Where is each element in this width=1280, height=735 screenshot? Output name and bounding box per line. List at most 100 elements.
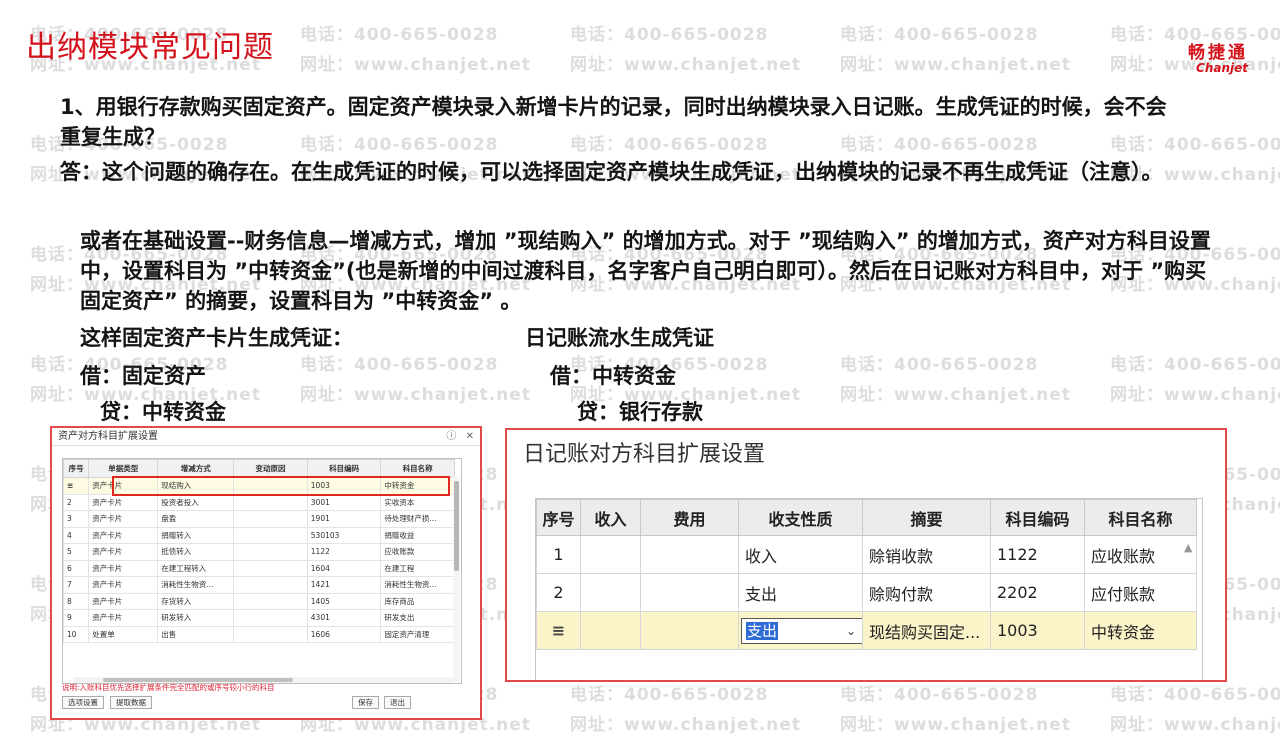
nature-select[interactable]: 支出 ⌄: [741, 617, 862, 644]
cell-change-reason[interactable]: [233, 592, 308, 610]
col-header[interactable]: 收入: [580, 499, 641, 536]
cell-change-reason[interactable]: [233, 576, 308, 594]
cell-change-method[interactable]: 存货转入: [157, 592, 235, 610]
col-header[interactable]: 序号: [62, 459, 90, 478]
col-header[interactable]: 摘要: [862, 499, 991, 536]
cell-index[interactable]: 5: [62, 543, 90, 561]
fetch-data-button[interactable]: 提取数据: [110, 696, 152, 709]
col-header[interactable]: 增减方式: [157, 459, 235, 478]
insert-row-icon[interactable]: ≡: [536, 611, 581, 650]
col-header[interactable]: 科目编码: [990, 499, 1085, 536]
table-row[interactable]: 9 资产卡片 研发转入 4301 研发支出: [62, 609, 455, 627]
cell-change-reason[interactable]: [233, 526, 308, 544]
cell-summary[interactable]: 赊销收款: [862, 535, 991, 574]
cell-change-method[interactable]: 消耗性生物资...: [157, 576, 235, 594]
cell-expense[interactable]: [640, 535, 739, 574]
table-row[interactable]: 10 处置单 出售 1606 固定资产清理: [62, 625, 455, 643]
cell-nature[interactable]: 支出: [738, 573, 863, 612]
cell-account-name[interactable]: 研发支出: [380, 609, 455, 627]
cell-account-code[interactable]: 4301: [306, 609, 382, 627]
cell-account-name[interactable]: 实收资本: [380, 493, 455, 511]
cell-account-name[interactable]: 库存商品: [380, 592, 455, 610]
cell-index[interactable]: 7: [62, 576, 90, 594]
cell-change-reason[interactable]: [233, 493, 308, 511]
col-header[interactable]: 单据类型: [88, 459, 159, 478]
cell-doc-type[interactable]: 资产卡片: [88, 559, 159, 577]
table-row[interactable]: 1 收入 赊销收款 1122 应收账款: [536, 535, 1197, 574]
cell-account-name[interactable]: 捐赠收益: [380, 526, 455, 544]
cell-account-name[interactable]: 待处理财产损...: [380, 510, 455, 528]
col-header[interactable]: 收支性质: [738, 499, 863, 536]
cell-expense[interactable]: [640, 611, 739, 650]
cell-change-reason[interactable]: [233, 559, 308, 577]
cell-change-method[interactable]: 在建工程转入: [157, 559, 235, 577]
insert-row-icon[interactable]: ≡: [62, 477, 90, 495]
cell-change-method[interactable]: 投资者投入: [157, 493, 235, 511]
vertical-scrollbar[interactable]: ▲: [1182, 503, 1198, 673]
cell-account-code[interactable]: 1604: [306, 559, 382, 577]
cell-index[interactable]: 2: [62, 493, 90, 511]
cell-change-reason[interactable]: [233, 609, 308, 627]
col-header[interactable]: 科目名称: [1084, 499, 1197, 536]
cell-summary[interactable]: 现结购买固定...: [862, 611, 991, 650]
cell-doc-type[interactable]: 资产卡片: [88, 592, 159, 610]
cell-index[interactable]: 6: [62, 559, 90, 577]
col-header[interactable]: 科目名称: [380, 459, 455, 478]
table-row-selected[interactable]: ≡ 支出 ⌄ 现结购买固定... 1003 中转资金: [536, 611, 1197, 650]
cell-expense[interactable]: [640, 573, 739, 612]
cell-account-name[interactable]: 应收账款: [1084, 535, 1197, 574]
cell-change-method[interactable]: 出售: [157, 625, 235, 643]
col-header[interactable]: 科目编码: [306, 459, 382, 478]
cell-doc-type[interactable]: 资产卡片: [88, 609, 159, 627]
table-row[interactable]: 4 资产卡片 捐赠转入 530103 捐赠收益: [62, 526, 455, 544]
table-row[interactable]: 7 资产卡片 消耗性生物资... 1421 消耗性生物资...: [62, 576, 455, 594]
cell-change-method[interactable]: 捐赠转入: [157, 526, 235, 544]
chevron-down-icon[interactable]: ⌄: [846, 619, 856, 643]
cell-account-code[interactable]: 3001: [306, 493, 382, 511]
cell-change-method[interactable]: 研发转入: [157, 609, 235, 627]
cell-doc-type[interactable]: 资产卡片: [88, 543, 159, 561]
col-header[interactable]: 变动原因: [233, 459, 308, 478]
cell-doc-type[interactable]: 资产卡片: [88, 493, 159, 511]
cell-index[interactable]: 3: [62, 510, 90, 528]
cell-index[interactable]: 9: [62, 609, 90, 627]
table-row[interactable]: 2 资产卡片 投资者投入 3001 实收资本: [62, 493, 455, 511]
scroll-up-icon[interactable]: ▲: [1184, 541, 1192, 554]
exit-button[interactable]: 退出: [384, 696, 411, 709]
question-icon[interactable]: ⓘ: [446, 431, 456, 442]
table-row[interactable]: 6 资产卡片 在建工程转入 1604 在建工程: [62, 559, 455, 577]
cell-income[interactable]: [580, 611, 641, 650]
table-row[interactable]: 5 资产卡片 抵债转入 1122 应收账款: [62, 543, 455, 561]
save-button[interactable]: 保存: [352, 696, 379, 709]
cell-account-name[interactable]: 中转资金: [1084, 611, 1197, 650]
col-header[interactable]: 序号: [536, 499, 581, 536]
cell-doc-type[interactable]: 资产卡片: [88, 510, 159, 528]
cell-account-code[interactable]: 530103: [306, 526, 382, 544]
table-row[interactable]: 3 资产卡片 盘盈 1901 待处理财产损...: [62, 510, 455, 528]
cell-change-reason[interactable]: [233, 543, 308, 561]
table-row[interactable]: 8 资产卡片 存货转入 1405 库存商品: [62, 592, 455, 610]
cell-account-code[interactable]: 1122: [306, 543, 382, 561]
cell-income[interactable]: [580, 535, 641, 574]
cell-doc-type[interactable]: 资产卡片: [88, 576, 159, 594]
close-icon[interactable]: ✕: [466, 431, 474, 442]
cell-index[interactable]: 4: [62, 526, 90, 544]
cell-change-method[interactable]: 盘盈: [157, 510, 235, 528]
cell-nature[interactable]: 收入: [738, 535, 863, 574]
cell-nature[interactable]: 支出 ⌄: [738, 611, 863, 650]
options-settings-button[interactable]: 选项设置: [62, 696, 104, 709]
cell-account-code[interactable]: 1122: [990, 535, 1085, 574]
cell-index[interactable]: 1: [536, 535, 581, 574]
cell-account-code[interactable]: 1606: [306, 625, 382, 643]
cell-account-code[interactable]: 1003: [990, 611, 1085, 650]
cell-summary[interactable]: 赊购付款: [862, 573, 991, 612]
cell-account-code[interactable]: 1901: [306, 510, 382, 528]
table-row[interactable]: 2 支出 赊购付款 2202 应付账款: [536, 573, 1197, 612]
cell-change-reason[interactable]: [233, 510, 308, 528]
cell-account-name[interactable]: 在建工程: [380, 559, 455, 577]
cell-change-method[interactable]: 抵债转入: [157, 543, 235, 561]
cell-account-name[interactable]: 固定资产清理: [380, 625, 455, 643]
cell-account-name[interactable]: 消耗性生物资...: [380, 576, 455, 594]
cell-income[interactable]: [580, 573, 641, 612]
cell-account-code[interactable]: 1421: [306, 576, 382, 594]
